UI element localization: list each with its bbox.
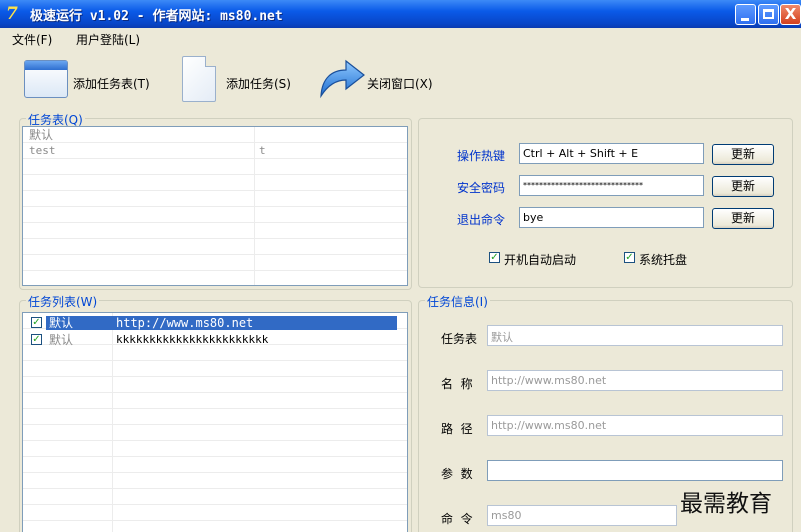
- task-table-field[interactable]: 默认: [487, 325, 783, 346]
- window-title: 极速运行 v1.02 - 作者网站: ms80.net: [30, 9, 283, 24]
- forward-arrow-icon: [320, 59, 365, 99]
- password-label: 安全密码: [457, 181, 506, 195]
- task-row-selected[interactable]: ✓ 默认 http://www.ms80.net: [28, 315, 397, 331]
- task-tables-grid[interactable]: 默认 test t: [22, 126, 408, 286]
- add-task-label: 添加任务(S): [226, 77, 291, 91]
- maximize-button[interactable]: [758, 4, 779, 25]
- close-window-button[interactable]: 关闭窗口(X): [318, 54, 433, 102]
- task-table-cell: 默认: [49, 333, 74, 347]
- window-icon: [24, 60, 68, 98]
- menu-file[interactable]: 文件(F): [12, 31, 52, 48]
- menu-user-login[interactable]: 用户登陆(L): [76, 31, 140, 48]
- task-list-grid[interactable]: ✓ 默认 http://www.ms80.net ✓ 默认 kkkkkkkkkk…: [22, 312, 408, 532]
- task-table-cell: 默认: [46, 316, 113, 330]
- exit-command-label: 退出命令: [457, 213, 506, 227]
- add-task-table-label: 添加任务表(T): [73, 77, 150, 91]
- system-tray-label: 系统托盘: [639, 253, 688, 267]
- minimize-icon: [741, 18, 749, 21]
- app-window: 7 极速运行 v1.02 - 作者网站: ms80.net X 文件(F) 用户…: [0, 0, 801, 532]
- app-logo-icon: 7: [6, 4, 18, 24]
- task-name-label: 名 称: [441, 377, 473, 391]
- exit-command-input[interactable]: bye: [519, 207, 704, 228]
- hotkey-input[interactable]: Ctrl + Alt + Shift + E: [519, 143, 704, 164]
- table-row[interactable]: 默认: [23, 127, 407, 143]
- close-icon: X: [784, 5, 797, 23]
- table-row[interactable]: test t: [23, 143, 407, 159]
- title-bar[interactable]: 7 极速运行 v1.02 - 作者网站: ms80.net X: [0, 0, 801, 28]
- update-exit-command-button[interactable]: 更新: [712, 208, 774, 229]
- task-name-field[interactable]: http://www.ms80.net: [487, 370, 783, 391]
- add-task-table-button[interactable]: 添加任务表(T): [24, 54, 154, 102]
- autostart-label: 开机自动启动: [504, 253, 577, 267]
- table-name: test: [29, 144, 56, 157]
- task-path-label: 路 径: [441, 422, 473, 436]
- task-params-label: 参 数: [441, 467, 473, 481]
- task-params-field[interactable]: [487, 460, 783, 481]
- add-task-button[interactable]: 添加任务(S): [182, 54, 292, 102]
- update-password-button[interactable]: 更新: [712, 176, 774, 197]
- document-icon: [182, 56, 216, 102]
- system-tray-checkbox[interactable]: ✓: [624, 252, 635, 263]
- task-enabled-checkbox[interactable]: ✓: [31, 317, 42, 328]
- menu-bar: 文件(F) 用户登陆(L): [0, 28, 801, 48]
- task-command-field[interactable]: ms80: [487, 505, 677, 526]
- table-key: t: [259, 144, 266, 157]
- task-row[interactable]: ✓ 默认 kkkkkkkkkkkkkkkkkkkkkkk: [28, 332, 397, 348]
- close-window-label: 关闭窗口(X): [367, 77, 433, 91]
- hotkey-label: 操作热键: [457, 149, 506, 163]
- task-path-field[interactable]: http://www.ms80.net: [487, 415, 783, 436]
- minimize-button[interactable]: [735, 4, 756, 25]
- task-command-label: 命 令: [441, 512, 473, 526]
- toolbar: 添加任务表(T) 添加任务(S) 关闭窗口(X): [0, 48, 801, 108]
- task-command-cell: kkkkkkkkkkkkkkkkkkkkkkk: [116, 333, 269, 346]
- autostart-checkbox[interactable]: ✓: [489, 252, 500, 263]
- maximize-icon: [763, 9, 774, 19]
- password-input[interactable]: ******************************: [519, 175, 704, 196]
- task-info-title: 任务信息(I): [425, 293, 490, 310]
- task-list-title: 任务列表(W): [26, 293, 100, 310]
- task-enabled-checkbox[interactable]: ✓: [31, 334, 42, 345]
- task-command-cell: http://www.ms80.net: [112, 316, 397, 330]
- task-table-label: 任务表: [441, 332, 478, 346]
- table-name: 默认: [29, 128, 54, 142]
- update-hotkey-button[interactable]: 更新: [712, 144, 774, 165]
- watermark: 最需教育: [680, 491, 772, 517]
- close-button[interactable]: X: [780, 4, 801, 25]
